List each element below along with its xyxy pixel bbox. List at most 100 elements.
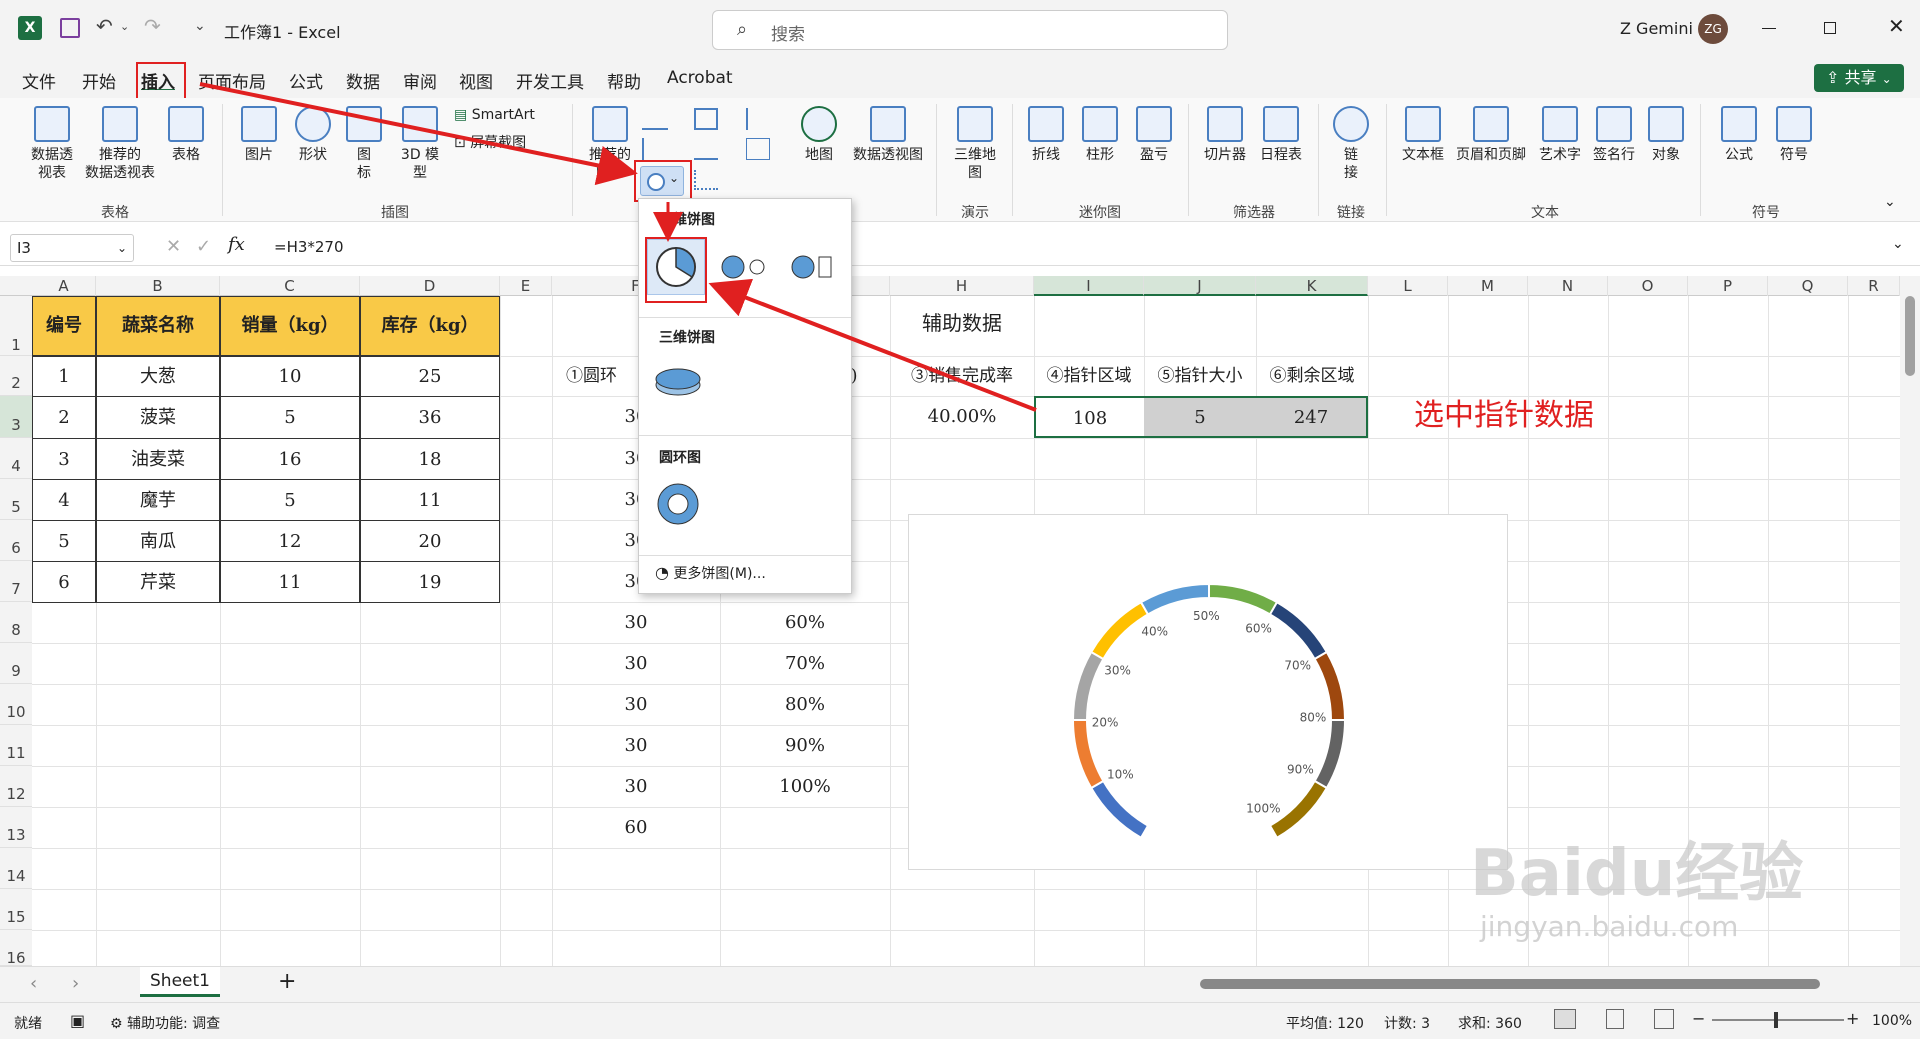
restore-icon[interactable]: [1824, 22, 1836, 34]
f-cell[interactable]: 30: [552, 725, 720, 766]
smartart-button[interactable]: ▤ SmartArt: [454, 106, 550, 124]
close-icon[interactable]: ✕: [1888, 14, 1905, 38]
table-cell[interactable]: 25: [360, 356, 500, 397]
accessibility-status[interactable]: ⚙ 辅助功能: 调查: [110, 1013, 220, 1033]
g-cell[interactable]: 70%: [720, 643, 890, 684]
row-7[interactable]: 7: [0, 561, 32, 602]
row-4[interactable]: 4: [0, 438, 32, 479]
zoom-out-icon[interactable]: −: [1692, 1009, 1705, 1028]
waterfall-chart-icon[interactable]: [746, 108, 770, 130]
table-cell[interactable]: 36: [360, 396, 500, 439]
column-chart-icon[interactable]: [642, 108, 668, 130]
more-pie-charts[interactable]: ◔ 更多饼图(M)...: [655, 563, 766, 583]
normal-view-icon[interactable]: [1554, 1009, 1576, 1029]
expand-formula-icon[interactable]: ⌄: [1892, 236, 1904, 252]
enter-icon[interactable]: ✓: [196, 236, 211, 257]
search-box[interactable]: ⌕ 搜索: [712, 10, 1228, 50]
redo-icon[interactable]: ↷: [144, 14, 161, 38]
zoom-in-icon[interactable]: +: [1846, 1009, 1859, 1028]
zoom-slider[interactable]: [1712, 1012, 1844, 1028]
sparkline-column-button[interactable]: 柱形: [1080, 106, 1120, 164]
3d-model-button[interactable]: 3D 模 型: [394, 106, 446, 182]
sparkline-winloss-button[interactable]: 盈亏: [1134, 106, 1174, 164]
row-3[interactable]: 3: [0, 396, 32, 438]
shape-button[interactable]: 形状: [290, 106, 336, 164]
table-cell[interactable]: 4: [32, 479, 96, 521]
aux-rate-value[interactable]: 40.00%: [890, 396, 1034, 438]
minimize-icon[interactable]: [1762, 28, 1776, 29]
menu-data[interactable]: 数据: [346, 68, 380, 93]
col-C[interactable]: C: [220, 276, 360, 296]
table-cell[interactable]: 2: [32, 396, 96, 439]
menu-formulas[interactable]: 公式: [289, 68, 323, 93]
col-Q[interactable]: Q: [1768, 276, 1848, 296]
table-button[interactable]: 表格: [162, 106, 210, 164]
textbox-button[interactable]: 文本框: [1398, 106, 1448, 164]
sheet-tab-sheet1[interactable]: Sheet1: [140, 967, 220, 997]
table-cell[interactable]: 芹菜: [96, 561, 220, 603]
scroll-thumb[interactable]: [1200, 979, 1820, 989]
table-cell[interactable]: 大葱: [96, 356, 220, 397]
row-10[interactable]: 10: [0, 684, 32, 725]
page-break-icon[interactable]: [1654, 1009, 1674, 1029]
gauge-segment[interactable]: [1268, 600, 1329, 661]
pie-3d-option[interactable]: [651, 359, 705, 405]
avatar[interactable]: ZG: [1698, 14, 1728, 44]
col-B[interactable]: B: [96, 276, 220, 296]
row-1[interactable]: 1: [0, 296, 32, 356]
next-sheet-icon[interactable]: ›: [72, 973, 79, 994]
aux-header-ring[interactable]: ①圆环: [552, 356, 642, 396]
pivot-table-button[interactable]: 数据透 视表: [22, 106, 82, 182]
col-N[interactable]: N: [1528, 276, 1608, 296]
recommended-pivot-button[interactable]: 推荐的 数据透视表: [80, 106, 160, 182]
prev-sheet-icon[interactable]: ‹: [30, 973, 37, 994]
stat-chart-icon[interactable]: [694, 138, 718, 160]
gauge-segment[interactable]: [1071, 719, 1105, 790]
formula-input[interactable]: =H3*270: [274, 238, 344, 256]
slicer-button[interactable]: 切片器: [1198, 106, 1252, 164]
table-header-cell[interactable]: 编号: [32, 296, 96, 356]
g-cell[interactable]: 60%: [720, 602, 890, 643]
table-cell[interactable]: 11: [360, 479, 500, 521]
col-L[interactable]: L: [1368, 276, 1448, 296]
aux-pointer-value[interactable]: 108: [1034, 396, 1144, 438]
table-cell[interactable]: 16: [220, 438, 360, 480]
equation-button[interactable]: 公式: [1714, 106, 1764, 164]
table-cell[interactable]: 菠菜: [96, 396, 220, 439]
col-O[interactable]: O: [1608, 276, 1688, 296]
ribbon-collapse-icon[interactable]: ⌄: [1884, 194, 1896, 210]
map-button[interactable]: 地图: [796, 106, 842, 164]
row-6[interactable]: 6: [0, 520, 32, 561]
aux-header-rest[interactable]: ⑥剩余区域: [1256, 356, 1368, 396]
bar-of-pie-option[interactable]: [789, 249, 839, 285]
table-cell[interactable]: 11: [220, 561, 360, 603]
row-11[interactable]: 11: [0, 725, 32, 766]
g-cell[interactable]: 100%: [720, 766, 890, 807]
col-E[interactable]: E: [500, 276, 552, 296]
timeline-button[interactable]: 日程表: [1254, 106, 1308, 164]
f-cell[interactable]: 60: [552, 807, 720, 848]
g-cell[interactable]: 90%: [720, 725, 890, 766]
gauge-segment[interactable]: [1089, 600, 1150, 661]
row-12[interactable]: 12: [0, 766, 32, 807]
user-name[interactable]: Z Gemini: [1620, 19, 1693, 38]
sparkline-line-button[interactable]: 折线: [1026, 106, 1066, 164]
gauge-segment[interactable]: [1071, 650, 1105, 721]
table-cell[interactable]: 20: [360, 520, 500, 562]
worksheet-grid[interactable]: 1 2 3 4 5 6 7 8 9 10 11 12 13 14 15 16 编…: [0, 296, 1900, 966]
col-K[interactable]: K: [1256, 276, 1368, 296]
menu-page-layout[interactable]: 页面布局: [198, 68, 266, 93]
col-J[interactable]: J: [1144, 276, 1256, 296]
table-cell[interactable]: 3: [32, 438, 96, 480]
object-button[interactable]: 对象: [1644, 106, 1688, 164]
table-cell[interactable]: 18: [360, 438, 500, 480]
aux-rest-value[interactable]: 247: [1256, 396, 1368, 438]
f-cell[interactable]: 30: [552, 643, 720, 684]
add-sheet-button[interactable]: +: [278, 969, 296, 994]
col-P[interactable]: P: [1688, 276, 1768, 296]
menu-review[interactable]: 审阅: [403, 68, 437, 93]
wordart-button[interactable]: 艺术字: [1534, 106, 1586, 164]
table-cell[interactable]: 12: [220, 520, 360, 562]
recommended-charts-button[interactable]: 推荐的 图表: [584, 106, 636, 182]
header-footer-button[interactable]: 页眉和页脚: [1450, 106, 1532, 164]
